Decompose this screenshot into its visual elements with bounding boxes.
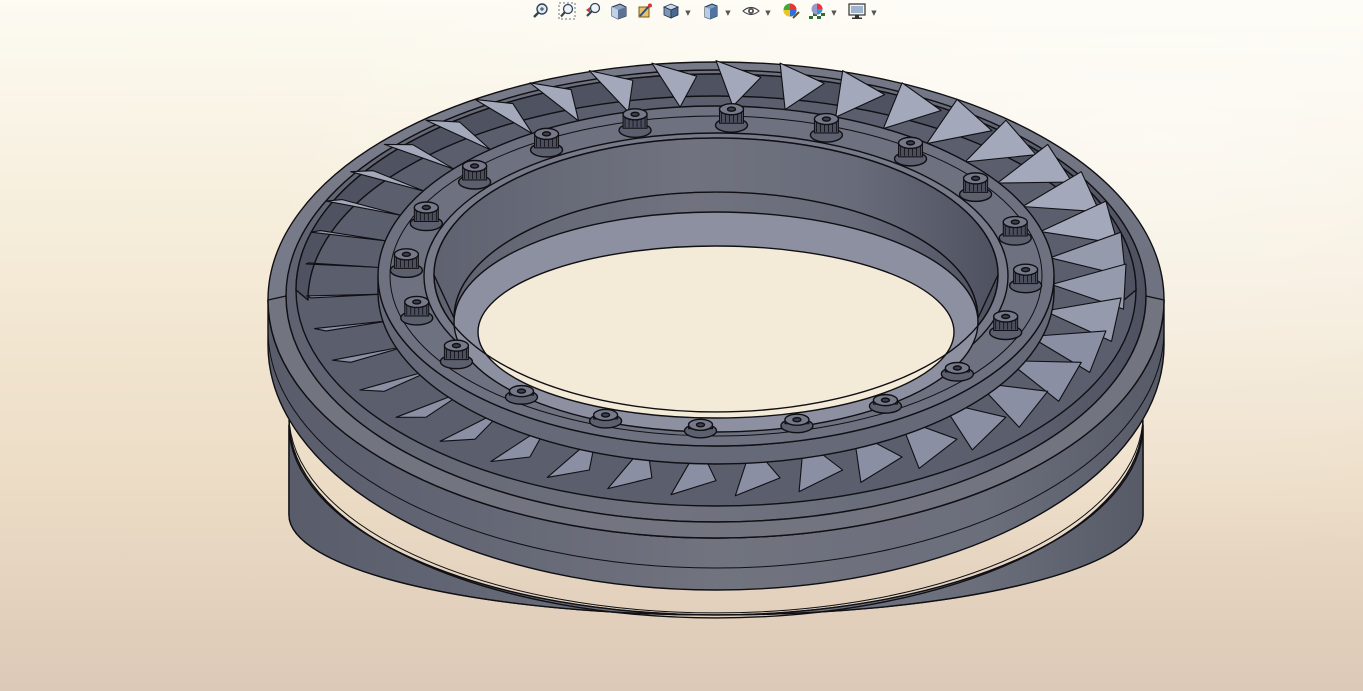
bolt-head (998, 215, 1032, 246)
bolt-head (409, 201, 444, 232)
apply-scene-button[interactable] (806, 2, 828, 24)
chevron-down-icon: ▼ (831, 9, 837, 17)
bolt-head (940, 361, 975, 382)
bolt-head (529, 127, 564, 158)
bolt-head (588, 408, 623, 429)
graphics-area[interactable]: ▼ ▼ ▼ ▼ ▼ (0, 0, 1363, 691)
display-style-dropdown[interactable]: ▼ (724, 2, 732, 24)
view-settings-dropdown[interactable]: ▼ (870, 2, 878, 24)
bolt-head (809, 112, 844, 143)
chevron-down-icon: ▼ (871, 9, 877, 17)
chevron-down-icon: ▼ (685, 9, 691, 17)
bolt-head (618, 108, 652, 139)
display-style-button[interactable] (700, 2, 722, 24)
section-view-icon (610, 2, 628, 24)
bolt-head (893, 136, 928, 167)
display-style-icon (702, 2, 720, 24)
bolt-head (1008, 263, 1043, 294)
bolt-head (714, 102, 749, 133)
chevron-down-icon: ▼ (765, 9, 771, 17)
dynamic-annotation-views-icon (636, 2, 654, 24)
heads-up-view-toolbar: ▼ ▼ ▼ ▼ ▼ (528, 0, 884, 26)
bolt-head (439, 339, 474, 370)
view-orientation-button[interactable] (660, 2, 682, 24)
part-model[interactable] (0, 0, 1363, 691)
view-orientation-icon (662, 2, 680, 24)
bolt-head (868, 393, 903, 414)
hide-show-items-dropdown[interactable]: ▼ (764, 2, 772, 24)
zoom-to-area-icon (558, 2, 576, 24)
view-orientation-dropdown[interactable]: ▼ (684, 2, 692, 24)
previous-view-button[interactable] (582, 2, 604, 24)
zoom-to-fit-icon (532, 2, 550, 24)
bolt-head (958, 172, 993, 203)
hide-show-items-button[interactable] (740, 2, 762, 24)
chevron-down-icon: ▼ (725, 9, 731, 17)
bolt-head (504, 384, 539, 405)
previous-view-icon (584, 2, 602, 24)
zoom-to-area-button[interactable] (556, 2, 578, 24)
bolt-head (988, 310, 1023, 341)
bore-opening (477, 245, 955, 419)
view-settings-button[interactable] (846, 2, 868, 24)
edit-appearance-button[interactable] (780, 2, 802, 24)
bolt-head (457, 159, 492, 190)
dynamic-annotation-views-button[interactable] (634, 2, 656, 24)
bolt-head (780, 413, 814, 434)
bolt-head (683, 418, 718, 439)
apply-scene-dropdown[interactable]: ▼ (830, 2, 838, 24)
hide-show-items-icon (742, 2, 760, 24)
bolt-head (400, 295, 434, 326)
bolt-head (389, 248, 424, 279)
turbine-nozzle-ring[interactable] (267, 60, 1165, 619)
apply-scene-icon (808, 2, 826, 24)
view-settings-icon (848, 2, 866, 24)
section-view-button[interactable] (608, 2, 630, 24)
zoom-to-fit-button[interactable] (530, 2, 552, 24)
edit-appearance-icon (782, 2, 800, 24)
